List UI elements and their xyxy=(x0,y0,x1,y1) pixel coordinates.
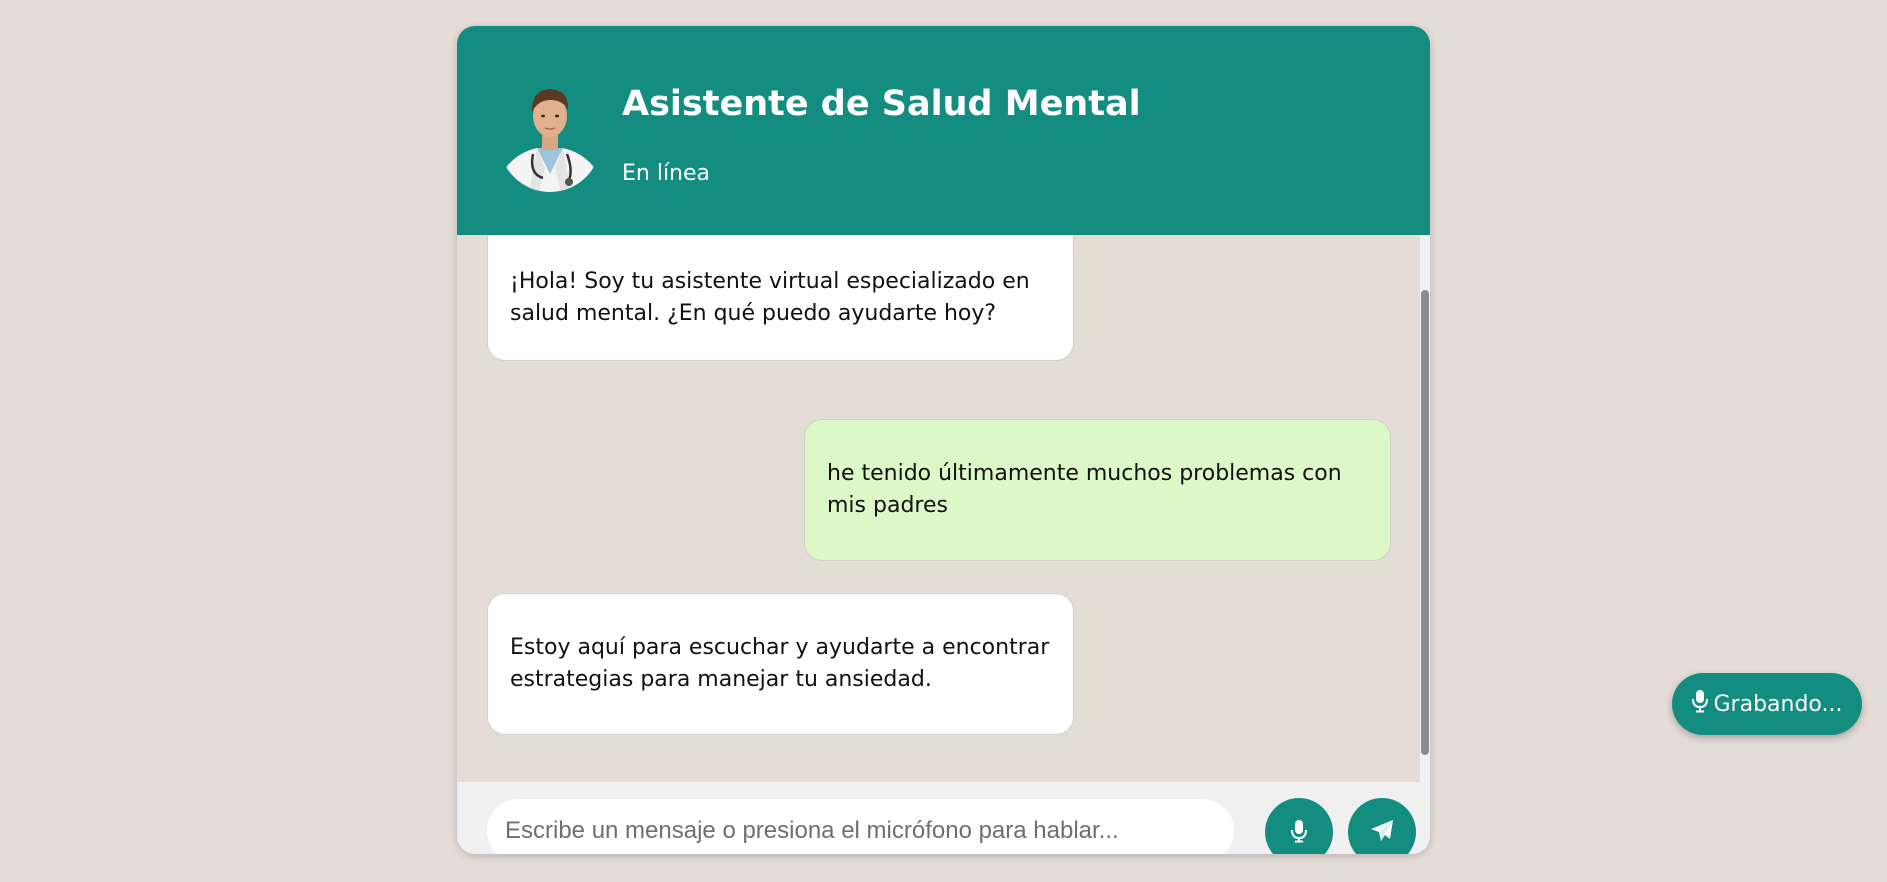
scrollbar-thumb[interactable] xyxy=(1421,290,1429,755)
microphone-icon xyxy=(1290,819,1308,846)
scrollbar[interactable] xyxy=(1420,235,1430,782)
bot-message: Estoy aquí para escuchar y ayudarte a en… xyxy=(487,593,1074,735)
chat-window: Asistente de Salud Mental En línea ¡Hola… xyxy=(457,26,1430,854)
chat-header: Asistente de Salud Mental En línea xyxy=(457,26,1430,235)
user-message: he tenido últimamente muchos problemas c… xyxy=(804,419,1391,561)
bot-message: ¡Hola! Soy tu asistente virtual especial… xyxy=(487,235,1074,361)
paper-plane-icon xyxy=(1370,819,1394,846)
input-bar xyxy=(457,782,1430,854)
message-text: Estoy aquí para escuchar y ayudarte a en… xyxy=(510,635,1050,692)
chat-title: Asistente de Salud Mental xyxy=(622,84,1141,124)
message-text: he tenido últimamente muchos problemas c… xyxy=(827,461,1342,518)
online-status: En línea xyxy=(622,161,711,186)
microphone-button[interactable] xyxy=(1265,798,1333,854)
message-list[interactable]: ¡Hola! Soy tu asistente virtual especial… xyxy=(457,235,1430,782)
message-text: ¡Hola! Soy tu asistente virtual especial… xyxy=(510,269,1030,326)
message-input[interactable] xyxy=(487,799,1234,854)
microphone-icon xyxy=(1691,689,1708,719)
doctor-avatar xyxy=(499,70,601,192)
send-button[interactable] xyxy=(1348,798,1416,854)
recording-indicator[interactable]: Grabando... xyxy=(1672,673,1862,735)
recording-label: Grabando... xyxy=(1713,691,1843,717)
